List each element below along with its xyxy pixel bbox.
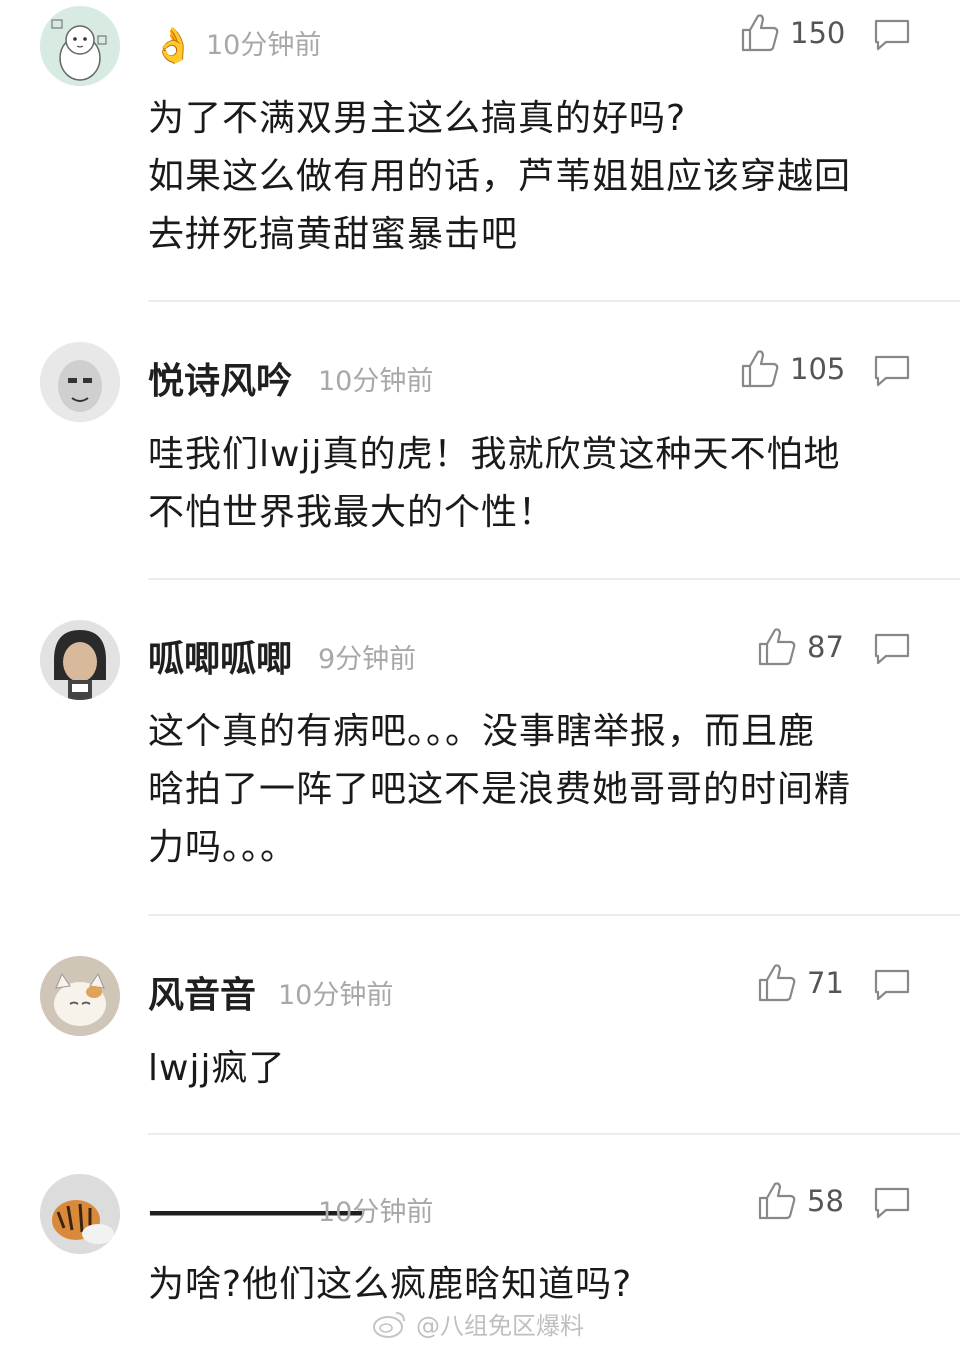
thumbs-up-icon bbox=[741, 350, 779, 388]
like-button[interactable]: 71 bbox=[757, 962, 844, 1004]
comment-bubble-icon[interactable] bbox=[872, 354, 912, 388]
comment-bubble-icon[interactable] bbox=[872, 632, 912, 666]
watermark-text: @八组免区爆料 bbox=[416, 1312, 584, 1340]
watermark: @八组免区爆料 bbox=[372, 1306, 584, 1341]
comment-time: 9分钟前 bbox=[318, 644, 417, 675]
user-badge-icon: 👌 bbox=[152, 26, 195, 66]
like-button[interactable]: 58 bbox=[757, 1180, 844, 1222]
comment-line: 去拼死搞黄甜蜜暴击吧 bbox=[148, 214, 519, 255]
divider bbox=[148, 300, 960, 302]
like-button[interactable]: 87 bbox=[757, 626, 844, 668]
thumbs-up-icon bbox=[758, 628, 796, 666]
author-name[interactable]: 风音音 bbox=[148, 974, 256, 1018]
thumbs-up-icon bbox=[758, 1182, 796, 1220]
comment-text: lwjj疯了 bbox=[148, 1040, 918, 1098]
thumbs-up-icon bbox=[741, 14, 779, 52]
comment-line: 哇我们lwjj真的虎！我就欣赏这种天不怕地 bbox=[148, 434, 841, 475]
comment-bubble-icon[interactable] bbox=[872, 1186, 912, 1220]
like-count: 87 bbox=[807, 630, 844, 664]
comment-time: 10分钟前 bbox=[206, 30, 322, 61]
comment-time: 10分钟前 bbox=[278, 980, 394, 1011]
avatar[interactable] bbox=[40, 1174, 120, 1254]
weibo-logo-icon bbox=[373, 1311, 405, 1338]
avatar[interactable] bbox=[40, 342, 120, 422]
like-button[interactable]: 150 bbox=[740, 12, 845, 54]
comment-line: lwjj疯了 bbox=[148, 1048, 286, 1089]
avatar[interactable] bbox=[40, 956, 120, 1036]
comment-line: 力吗。。。 bbox=[148, 827, 298, 868]
divider bbox=[148, 1133, 960, 1135]
comment-text: 为了不满双男主这么搞真的好吗? 如果这么做有用的话，芦苇姐姐应该穿越回 去拼死搞… bbox=[148, 90, 918, 264]
like-count: 150 bbox=[790, 16, 846, 50]
comment-time: 10分钟前 bbox=[318, 366, 434, 397]
comment-line: 如果这么做有用的话，芦苇姐姐应该穿越回 bbox=[148, 156, 852, 197]
comment-text: 哇我们lwjj真的虎！我就欣赏这种天不怕地 不怕世界我最大的个性！ bbox=[148, 426, 918, 542]
comment-line: 为了不满双男主这么搞真的好吗? bbox=[148, 98, 687, 139]
comment-bubble-icon[interactable] bbox=[872, 18, 912, 52]
avatar[interactable] bbox=[40, 6, 120, 86]
comment-line: 不怕世界我最大的个性！ bbox=[148, 492, 556, 533]
comment-line: 晗拍了一阵了吧这不是浪费她哥哥的时间精 bbox=[148, 769, 852, 810]
comment-line: 这个真的有病吧。。。没事瞎举报，而且鹿 bbox=[148, 711, 816, 752]
comment-text: 这个真的有病吧。。。没事瞎举报，而且鹿 晗拍了一阵了吧这不是浪费她哥哥的时间精 … bbox=[148, 703, 918, 877]
comment-time: 10分钟前 bbox=[318, 1197, 434, 1228]
like-count: 58 bbox=[807, 1184, 844, 1218]
divider bbox=[148, 914, 960, 916]
like-count: 71 bbox=[807, 966, 844, 1000]
author-name[interactable]: 呱唧呱唧 bbox=[148, 638, 292, 682]
like-button[interactable]: 105 bbox=[740, 348, 845, 390]
comment-bubble-icon[interactable] bbox=[872, 968, 912, 1002]
author-name[interactable]: 悦诗风吟 bbox=[148, 360, 292, 404]
thumbs-up-icon bbox=[758, 964, 796, 1002]
divider bbox=[148, 578, 960, 580]
like-count: 105 bbox=[790, 352, 846, 386]
avatar[interactable] bbox=[40, 620, 120, 700]
